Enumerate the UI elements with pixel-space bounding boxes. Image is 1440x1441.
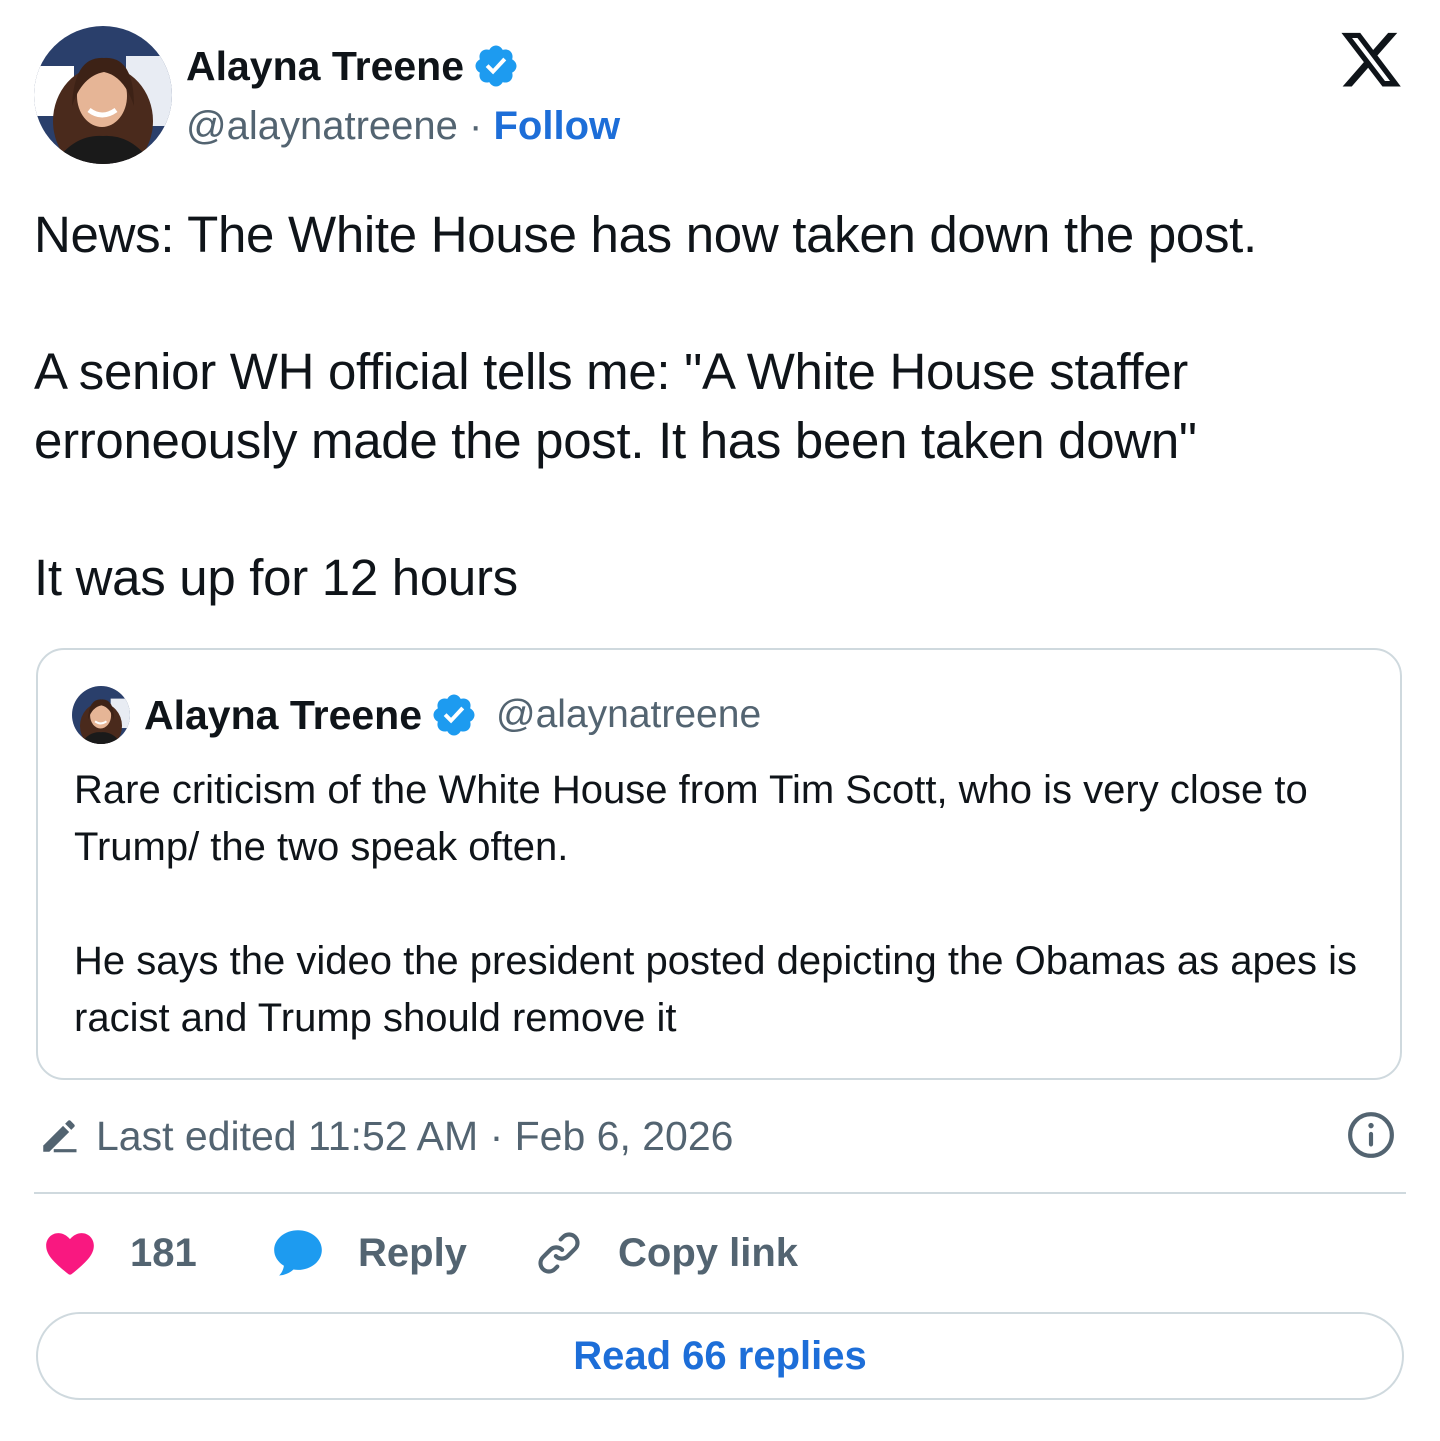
quoted-author-handle: @alaynatreene: [496, 693, 762, 736]
quoted-tweet-text: Rare criticism of the White House from T…: [74, 762, 1374, 1047]
follow-button[interactable]: Follow: [493, 104, 620, 148]
avatar-photo: [34, 26, 172, 164]
read-replies-button[interactable]: Read 66 replies: [36, 1312, 1404, 1400]
quoted-tweet-header: Alayna Treene @alaynatreene: [144, 688, 761, 742]
pencil-icon: [43, 1120, 77, 1153]
info-icon[interactable]: [1346, 1110, 1396, 1160]
embedded-tweet: Alayna Treene @alaynatreene · Follow New…: [0, 0, 1440, 1441]
x-logo-icon[interactable]: [1338, 30, 1404, 92]
copy-link-button[interactable]: Copy link: [534, 1222, 798, 1284]
quoted-tweet-card[interactable]: Alayna Treene @alaynatreene Rare critici…: [36, 648, 1402, 1080]
last-edited-label: Last edited 11:52 AM · Feb 6, 2026: [96, 1112, 734, 1159]
read-replies-label: Read 66 replies: [573, 1333, 867, 1378]
author-name[interactable]: Alayna Treene: [186, 40, 520, 92]
author-handle[interactable]: @alaynatreene: [186, 104, 458, 148]
reply-label: Reply: [358, 1230, 467, 1275]
reply-bubble-icon: [274, 1230, 322, 1276]
verified-badge-icon: [433, 694, 475, 736]
like-button[interactable]: 181: [44, 1222, 197, 1284]
tweet-paragraph: News: The White House has now taken down…: [34, 206, 1257, 263]
verified-badge-icon: [475, 45, 517, 87]
last-edited-row[interactable]: Last edited 11:52 AM · Feb 6, 2026: [38, 1108, 733, 1164]
author-avatar[interactable]: [34, 26, 172, 164]
link-icon: [538, 1232, 580, 1274]
quoted-avatar-photo: [72, 686, 130, 744]
tweet-paragraph: A senior WH official tells me: "A White …: [34, 343, 1197, 469]
tweet-paragraph: It was up for 12 hours: [34, 549, 518, 606]
like-count: 181: [130, 1230, 197, 1275]
quoted-paragraph: He says the video the president posted d…: [74, 939, 1357, 1040]
quoted-author-avatar: [72, 686, 130, 744]
divider: [34, 1192, 1406, 1194]
author-name-text: Alayna Treene: [186, 43, 465, 89]
reply-button[interactable]: Reply: [272, 1222, 467, 1284]
quoted-author-name: Alayna Treene: [144, 691, 423, 738]
heart-icon: [46, 1233, 94, 1275]
quoted-paragraph: Rare criticism of the White House from T…: [74, 768, 1308, 869]
handle-row: @alaynatreene · Follow: [186, 100, 620, 152]
copy-link-label: Copy link: [618, 1230, 799, 1275]
tweet-text: News: The White House has now taken down…: [34, 200, 1424, 612]
handle-separator: ·: [469, 104, 494, 148]
